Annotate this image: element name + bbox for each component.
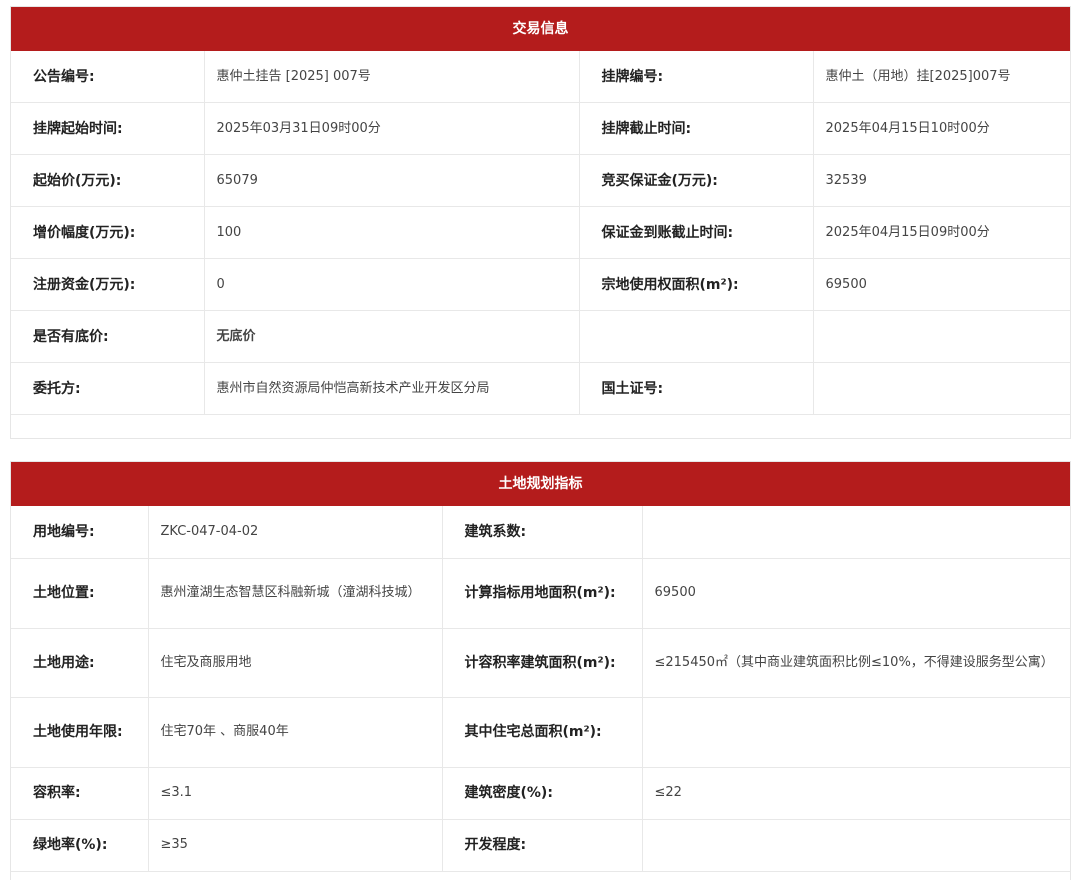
calc-land-area-label: 计算指标用地面积(m²): <box>442 558 643 629</box>
land-area-label: 宗地使用权面积(m²): <box>579 258 814 311</box>
development-degree-value <box>642 819 1070 872</box>
land-cert-value <box>813 362 1070 415</box>
table-row: 增价幅度(万元): 100 保证金到账截止时间: 2025年04月15日09时0… <box>11 206 1070 259</box>
table-row: 起始价(万元): 65079 竞买保证金(万元): 32539 <box>11 154 1070 207</box>
land-location-value: 惠州潼湖生态智慧区科融新城（潼湖科技城） <box>148 558 443 629</box>
far-floor-area-label: 计容积率建筑面积(m²): <box>442 628 643 698</box>
listing-end-value: 2025年04月15日10时00分 <box>813 102 1070 155</box>
plot-ratio-value: ≤3.1 <box>148 767 443 820</box>
table-row: 容积率: ≤3.1 建筑密度(%): ≤22 <box>11 767 1070 820</box>
registered-capital-value: 0 <box>204 258 580 311</box>
building-coefficient-label: 建筑系数: <box>442 506 643 559</box>
increment-value: 100 <box>204 206 580 259</box>
land-planning-table: 用地编号: ZKC-047-04-02 建筑系数: 土地位置: 惠州潼湖生态智慧… <box>11 506 1070 872</box>
announcement-no-label: 公告编号: <box>11 51 205 103</box>
building-coefficient-value <box>642 506 1070 559</box>
table-row: 土地使用年限: 住宅70年 、商服40年 其中住宅总面积(m²): <box>11 697 1070 768</box>
table-row: 注册资金(万元): 0 宗地使用权面积(m²): 69500 <box>11 258 1070 311</box>
table-row: 绿地率(%): ≥35 开发程度: <box>11 819 1070 872</box>
empty-value <box>813 310 1070 363</box>
trade-info-panel: 交易信息 公告编号: 惠仲土挂告 [2025] 007号 挂牌编号: 惠仲土（用… <box>10 6 1071 439</box>
listing-no-label: 挂牌编号: <box>579 51 814 103</box>
land-use-value: 住宅及商服用地 <box>148 628 443 698</box>
listing-start-value: 2025年03月31日09时00分 <box>204 102 580 155</box>
land-cert-label: 国土证号: <box>579 362 814 415</box>
building-density-value: ≤22 <box>642 767 1070 820</box>
parcel-no-label: 用地编号: <box>11 506 149 559</box>
start-price-label: 起始价(万元): <box>11 154 205 207</box>
registered-capital-label: 注册资金(万元): <box>11 258 205 311</box>
building-density-label: 建筑密度(%): <box>442 767 643 820</box>
reserve-price-label: 是否有底价: <box>11 310 205 363</box>
deposit-label: 竞买保证金(万元): <box>579 154 814 207</box>
trade-info-table: 公告编号: 惠仲土挂告 [2025] 007号 挂牌编号: 惠仲土（用地）挂[2… <box>11 51 1070 415</box>
announcement-no-value: 惠仲土挂告 [2025] 007号 <box>204 51 580 103</box>
land-use-term-value: 住宅70年 、商服40年 <box>148 697 443 768</box>
empty-label <box>579 310 814 363</box>
parcel-no-value: ZKC-047-04-02 <box>148 506 443 559</box>
start-price-value: 65079 <box>204 154 580 207</box>
calc-land-area-value: 69500 <box>642 558 1070 629</box>
land-planning-title: 土地规划指标 <box>11 462 1070 506</box>
residential-area-label: 其中住宅总面积(m²): <box>442 697 643 768</box>
table-row: 土地用途: 住宅及商服用地 计容积率建筑面积(m²): ≤215450㎡（其中商… <box>11 628 1070 698</box>
table-row: 用地编号: ZKC-047-04-02 建筑系数: <box>11 506 1070 559</box>
increment-label: 增价幅度(万元): <box>11 206 205 259</box>
far-floor-area-value: ≤215450㎡（其中商业建筑面积比例≤10%，不得建设服务型公寓） <box>642 628 1070 698</box>
land-area-value: 69500 <box>813 258 1070 311</box>
entrusting-party-label: 委托方: <box>11 362 205 415</box>
table-row: 委托方: 惠州市自然资源局仲恺高新技术产业开发区分局 国土证号: <box>11 362 1070 415</box>
land-use-term-label: 土地使用年限: <box>11 697 149 768</box>
listing-start-label: 挂牌起始时间: <box>11 102 205 155</box>
reserve-price-value: 无底价 <box>204 310 580 363</box>
green-ratio-label: 绿地率(%): <box>11 819 149 872</box>
land-location-label: 土地位置: <box>11 558 149 629</box>
table-row: 挂牌起始时间: 2025年03月31日09时00分 挂牌截止时间: 2025年0… <box>11 102 1070 155</box>
table-row: 是否有底价: 无底价 <box>11 310 1070 363</box>
residential-area-value <box>642 697 1070 768</box>
listing-end-label: 挂牌截止时间: <box>579 102 814 155</box>
plot-ratio-label: 容积率: <box>11 767 149 820</box>
development-degree-label: 开发程度: <box>442 819 643 872</box>
deposit-value: 32539 <box>813 154 1070 207</box>
deposit-deadline-label: 保证金到账截止时间: <box>579 206 814 259</box>
land-planning-panel: 土地规划指标 用地编号: ZKC-047-04-02 建筑系数: 土地位置: 惠… <box>10 461 1071 880</box>
table-row: 土地位置: 惠州潼湖生态智慧区科融新城（潼湖科技城） 计算指标用地面积(m²):… <box>11 558 1070 629</box>
deposit-deadline-value: 2025年04月15日09时00分 <box>813 206 1070 259</box>
land-use-label: 土地用途: <box>11 628 149 698</box>
listing-no-value: 惠仲土（用地）挂[2025]007号 <box>813 51 1070 103</box>
table-row: 公告编号: 惠仲土挂告 [2025] 007号 挂牌编号: 惠仲土（用地）挂[2… <box>11 51 1070 103</box>
green-ratio-value: ≥35 <box>148 819 443 872</box>
trade-info-title: 交易信息 <box>11 7 1070 51</box>
entrusting-party-value: 惠州市自然资源局仲恺高新技术产业开发区分局 <box>204 362 580 415</box>
